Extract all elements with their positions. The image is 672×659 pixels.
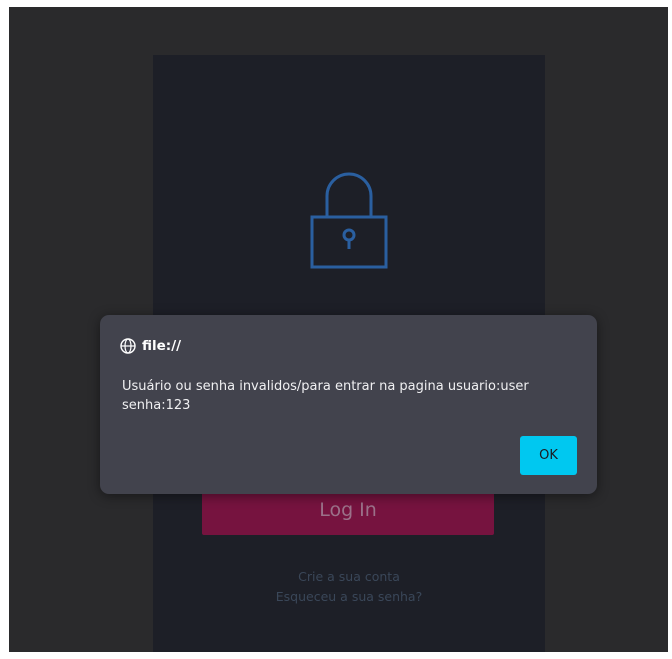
create-account-link[interactable]: Crie a sua conta [153, 569, 545, 584]
alert-dialog: file:// Usuário ou senha invalidos/para … [100, 315, 597, 494]
alert-header: file:// [120, 338, 181, 354]
globe-icon [120, 338, 136, 354]
alert-origin: file:// [142, 338, 182, 354]
ok-button[interactable]: OK [520, 436, 577, 475]
forgot-password-link[interactable]: Esqueceu a sua senha? [153, 589, 545, 604]
alert-message: Usuário ou senha invalidos/para entrar n… [122, 379, 529, 413]
padlock-icon [310, 172, 388, 269]
